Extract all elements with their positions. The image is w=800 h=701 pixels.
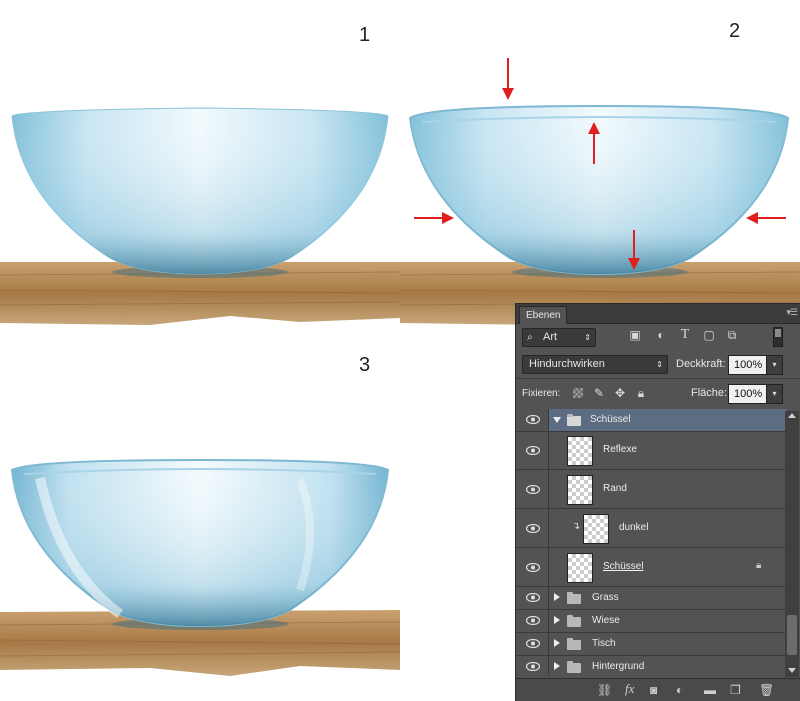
- panel-tab-bar: Ebenen ▾☰: [516, 304, 800, 324]
- fill-label: Fläche:: [691, 387, 728, 399]
- layer-schuessel[interactable]: Schüssel 🔒︎: [516, 548, 787, 587]
- folder-icon: [567, 638, 581, 650]
- scroll-up-arrow-icon[interactable]: [788, 413, 796, 418]
- layer-name: Hintergrund: [592, 661, 645, 672]
- expand-triangle-icon[interactable]: [554, 662, 560, 670]
- layer-thumbnail: [583, 514, 609, 544]
- filter-kind-select[interactable]: ⌕ Art ⇕: [522, 328, 596, 347]
- layer-group-hintergrund[interactable]: Hintergrund: [516, 656, 787, 676]
- fill-dropdown-button[interactable]: ▾: [766, 384, 783, 404]
- visibility-eye-icon[interactable]: [526, 593, 540, 602]
- visibility-eye-icon[interactable]: [526, 415, 540, 424]
- smart-object-filter-icon[interactable]: ⧉: [725, 328, 739, 343]
- bowl-illustration-2: [400, 58, 800, 325]
- link-layers-icon[interactable]: ⛓: [597, 683, 612, 697]
- mask-icon[interactable]: ◙: [650, 683, 657, 697]
- clipping-mask-arrow-icon: ↴: [572, 521, 581, 532]
- layer-name: Rand: [603, 483, 627, 494]
- layers-bottom-toolbar: ⛓ fx ◙ ◐ ▬ ❐ 🗑︎: [516, 678, 800, 701]
- layer-thumbnail: [567, 553, 593, 583]
- folder-icon: [567, 661, 581, 673]
- new-group-icon[interactable]: ▬: [704, 683, 716, 697]
- layer-group-grass[interactable]: Grass: [516, 587, 787, 610]
- fx-icon[interactable]: fx: [625, 681, 634, 697]
- collapse-triangle-icon[interactable]: [553, 417, 561, 423]
- layer-lock-icon: 🔒︎: [756, 560, 762, 571]
- updown-arrows-icon: ⇕: [656, 360, 663, 369]
- bowl-scene-3: [0, 330, 400, 700]
- scroll-thumb[interactable]: [787, 615, 797, 655]
- bowl-scene-2: [400, 0, 800, 330]
- lock-label: Fixieren:: [522, 388, 561, 399]
- visibility-eye-icon[interactable]: [526, 563, 540, 572]
- expand-triangle-icon[interactable]: [554, 639, 560, 647]
- layer-dunkel[interactable]: ↴ dunkel: [516, 509, 787, 548]
- panel-divider: [516, 378, 800, 379]
- visibility-eye-icon[interactable]: [526, 662, 540, 671]
- layer-list: Schüssel Reflexe Rand ↴ dunkel Schüssel …: [516, 409, 787, 676]
- expand-triangle-icon[interactable]: [554, 616, 560, 624]
- tab-layers[interactable]: Ebenen: [519, 306, 568, 324]
- image-filter-icon[interactable]: ▣: [628, 328, 642, 342]
- blend-mode-select[interactable]: Hindurchwirken ⇕: [522, 355, 668, 374]
- visibility-eye-icon[interactable]: [526, 485, 540, 494]
- layers-panel: Ebenen ▾☰ ⌕ Art ⇕ ▣ ◐ T ▢ ⧉ Hindurchwirk…: [515, 303, 800, 701]
- bowl-scene-1: [0, 0, 400, 330]
- visibility-eye-icon[interactable]: [526, 446, 540, 455]
- layer-name: Reflexe: [603, 444, 637, 455]
- expand-triangle-icon[interactable]: [554, 593, 560, 601]
- layer-reflexe[interactable]: Reflexe: [516, 431, 787, 470]
- layer-group-wiese[interactable]: Wiese: [516, 610, 787, 633]
- scroll-down-arrow-icon[interactable]: [788, 668, 796, 673]
- layer-thumbnail: [567, 475, 593, 505]
- opacity-input[interactable]: 100%: [728, 355, 767, 375]
- lock-paint-icon[interactable]: ✎: [592, 386, 606, 400]
- visibility-eye-icon[interactable]: [526, 616, 540, 625]
- opacity-label: Deckkraft:: [676, 358, 726, 370]
- panel-menu-icon[interactable]: ▾☰: [786, 307, 798, 318]
- layer-name: Tisch: [592, 638, 616, 649]
- adjustment-layer-icon[interactable]: ◐: [676, 683, 683, 697]
- folder-icon: [567, 615, 581, 627]
- bowl-illustration-1: [0, 107, 400, 325]
- lock-all-icon[interactable]: 🔒︎: [634, 386, 648, 401]
- new-layer-icon[interactable]: ❐: [730, 683, 741, 697]
- layer-name: Wiese: [592, 615, 620, 626]
- folder-icon: [567, 592, 581, 604]
- visibility-eye-icon[interactable]: [526, 524, 540, 533]
- filter-kind-label: Art: [543, 331, 558, 343]
- adjustment-filter-icon[interactable]: ◐: [654, 328, 668, 342]
- layer-name: Grass: [592, 592, 619, 603]
- lock-transparent-icon[interactable]: [573, 388, 583, 398]
- blend-mode-value: Hindurchwirken: [529, 358, 605, 370]
- layer-rand[interactable]: Rand: [516, 470, 787, 509]
- layer-group-tisch[interactable]: Tisch: [516, 633, 787, 656]
- bowl-illustration-3: [0, 458, 400, 676]
- search-icon: ⌕: [527, 332, 533, 343]
- delete-icon[interactable]: 🗑︎: [759, 683, 774, 697]
- lock-position-icon[interactable]: ✥: [613, 386, 627, 400]
- layer-thumbnail: [567, 436, 593, 466]
- fill-input[interactable]: 100%: [728, 384, 767, 404]
- layers-scrollbar[interactable]: [785, 411, 799, 677]
- filter-toggle-switch[interactable]: [773, 327, 783, 347]
- type-filter-icon[interactable]: T: [678, 327, 692, 343]
- layer-group-schuessel[interactable]: Schüssel: [516, 409, 787, 432]
- layer-name: Schüssel: [603, 561, 644, 572]
- shape-filter-icon[interactable]: ▢: [702, 328, 716, 342]
- updown-arrows-icon: ⇕: [584, 333, 591, 342]
- layer-name: Schüssel: [590, 414, 631, 425]
- folder-icon: [567, 414, 581, 426]
- visibility-eye-icon[interactable]: [526, 639, 540, 648]
- layer-name: dunkel: [619, 522, 649, 533]
- opacity-dropdown-button[interactable]: ▾: [766, 355, 783, 375]
